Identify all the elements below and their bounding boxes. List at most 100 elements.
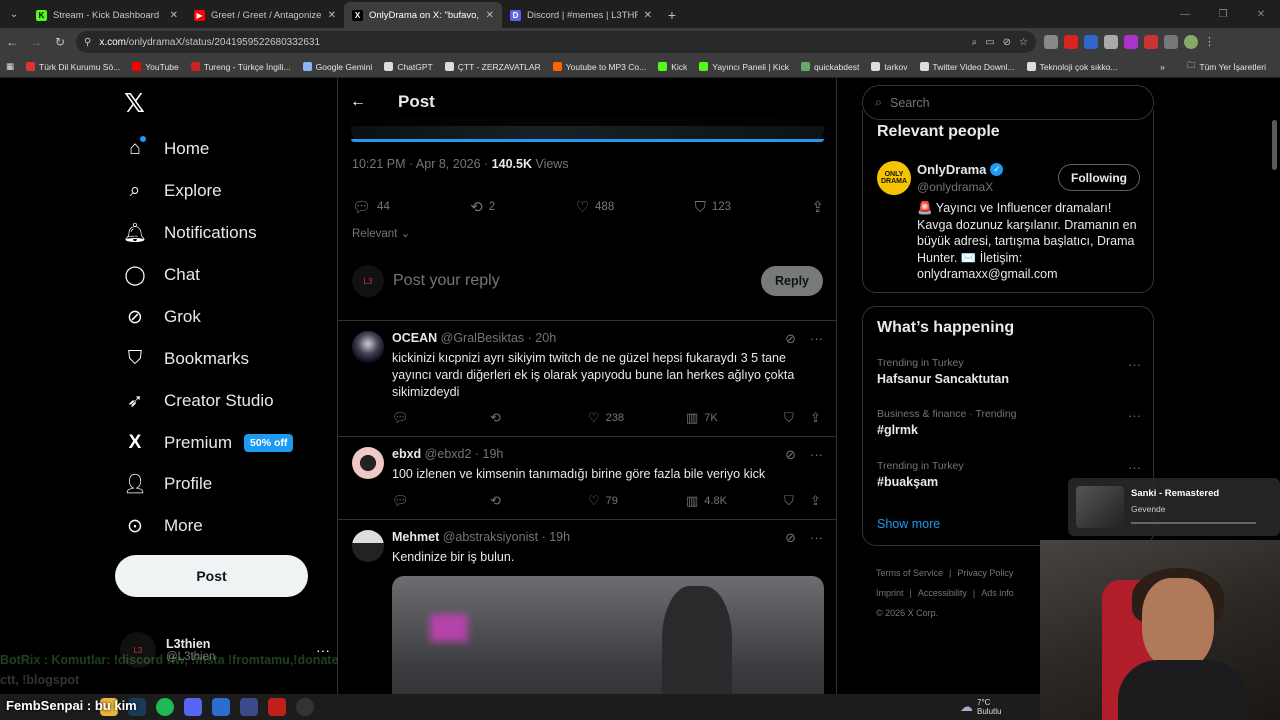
more-dots-icon[interactable]: ···: [1128, 357, 1141, 372]
more-dots-icon[interactable]: ···: [1128, 408, 1141, 423]
back-arrow-icon[interactable]: ←: [350, 93, 378, 111]
bookmark-item[interactable]: ÇTT - ZERZAVATLAR: [439, 62, 547, 72]
close-tab-icon[interactable]: ✕: [644, 10, 652, 21]
reply-tweet[interactable]: OCEAN @GralBesiktas · 20h ⊘ ··· kickinizi…: [338, 321, 836, 437]
reply-tweet[interactable]: ebxd @ebxd2 · 19h ⊘ ··· 100 izlenen ve ki…: [338, 437, 836, 520]
more-dots-icon[interactable]: ···: [810, 331, 823, 347]
nav-item-more[interactable]: ⊙ More: [124, 505, 203, 547]
author-handle[interactable]: @abstraksiyonist: [443, 530, 538, 544]
close-tab-icon[interactable]: ✕: [328, 10, 336, 21]
extensions-puzzle-icon[interactable]: [1164, 35, 1178, 49]
extension-icon[interactable]: [1044, 35, 1058, 49]
tweet-time[interactable]: 19h: [483, 447, 504, 461]
nav-item-bookmarks[interactable]: ⛉ Bookmarks: [124, 338, 249, 380]
share-icon[interactable]: ⇪: [810, 493, 821, 509]
tweet-time[interactable]: 20h: [535, 331, 556, 345]
bookmark-item[interactable]: Twitter Video Downl...: [914, 62, 1021, 72]
footer-link[interactable]: Accessibility: [918, 588, 967, 598]
profile-avatar-icon[interactable]: [1184, 35, 1198, 49]
like-action[interactable]: ♡ 238: [588, 410, 686, 426]
bookmark-item[interactable]: Kick: [652, 62, 693, 72]
x-logo-icon[interactable]: 𝕏: [124, 90, 150, 116]
nav-item-premium[interactable]: X Premium 50% off: [124, 422, 294, 464]
reply-input[interactable]: Post your reply: [393, 272, 500, 290]
footer-link[interactable]: Imprint: [876, 588, 904, 598]
spotify-icon[interactable]: [156, 698, 174, 716]
person-handle[interactable]: @onlydramaX: [917, 180, 993, 194]
app-icon[interactable]: [240, 698, 258, 716]
bookmark-item[interactable]: Türk Dil Kurumu Sö...: [20, 62, 126, 72]
like-action[interactable]: ♡ 79: [588, 493, 686, 509]
nav-item-chat[interactable]: ◯ Chat: [124, 254, 200, 296]
reply-button[interactable]: Reply: [761, 266, 823, 296]
show-more-link[interactable]: Show more: [877, 517, 940, 531]
extension-icon[interactable]: [1084, 35, 1098, 49]
scrollbar-thumb[interactable]: [1272, 120, 1277, 170]
extension-icon[interactable]: [1104, 35, 1118, 49]
grok-icon[interactable]: ⊘: [785, 331, 796, 347]
restore-icon[interactable]: ❐: [1204, 0, 1242, 28]
discord-icon[interactable]: [184, 698, 202, 716]
apps-grid-icon[interactable]: ▦: [0, 61, 20, 72]
new-tab-button[interactable]: +: [660, 2, 684, 28]
footer-link[interactable]: Ads info: [981, 588, 1014, 598]
obs-icon[interactable]: [296, 698, 314, 716]
following-button[interactable]: Following: [1058, 164, 1140, 191]
avatar[interactable]: [352, 331, 384, 363]
bookmark-item[interactable]: tarkov: [865, 62, 913, 72]
reload-icon[interactable]: ↻: [48, 30, 72, 54]
grok-icon[interactable]: ⊘: [785, 447, 796, 463]
views-action[interactable]: ▥ 7K: [686, 410, 784, 426]
reply-sort-dropdown[interactable]: Relevant ⌄: [352, 226, 410, 240]
url-bar[interactable]: ⚲ x.com/onlydramaX/status/20419595226803…: [76, 31, 1036, 53]
video-progress-bar[interactable]: [351, 139, 824, 142]
like-action[interactable]: ♡ 488: [576, 198, 615, 216]
share-action[interactable]: ⇪: [811, 198, 824, 216]
author-name[interactable]: ebxd: [392, 447, 421, 461]
bookmark-item[interactable]: Youtube to MP3 Co...: [547, 62, 653, 72]
bookmark-item[interactable]: Google Gemini: [297, 62, 379, 72]
footer-link[interactable]: Privacy Policy: [957, 568, 1013, 578]
close-tab-icon[interactable]: ✕: [170, 10, 178, 21]
tweet-time[interactable]: 19h: [549, 530, 570, 544]
person-name[interactable]: OnlyDrama ✓: [917, 162, 1004, 177]
extension-icon[interactable]: [1124, 35, 1138, 49]
forward-icon[interactable]: →: [24, 30, 48, 54]
weather-widget[interactable]: ☁ 7°C Bulutlu: [960, 698, 1001, 716]
browser-tab[interactable]: ▶ Greet / Greet / Antagonize - Yo ✕: [186, 2, 344, 28]
avatar[interactable]: ONLY DRAMA: [877, 161, 911, 195]
all-bookmarks-folder[interactable]: 🗀︎ Tüm Yer İşaretleri: [1181, 60, 1272, 74]
reply-icon[interactable]: 💬︎: [392, 410, 490, 426]
bookmark-icon[interactable]: ⛉: [784, 493, 810, 509]
author-name[interactable]: Mehmet: [392, 530, 439, 544]
author-handle[interactable]: @ebxd2: [425, 447, 472, 461]
repost-icon[interactable]: ⟲: [490, 410, 588, 426]
more-dots-icon[interactable]: ···: [810, 447, 823, 463]
more-dots-icon[interactable]: ···: [810, 530, 823, 546]
nav-item-home[interactable]: ⌂ Home: [124, 128, 209, 170]
extension-icon[interactable]: [1144, 35, 1158, 49]
acrobat-icon[interactable]: [268, 698, 286, 716]
author-handle[interactable]: @GralBesiktas: [441, 331, 525, 345]
back-icon[interactable]: ←: [0, 30, 24, 54]
nav-item-creator-studio[interactable]: ➶ Creator Studio: [124, 380, 274, 422]
avatar[interactable]: [352, 530, 384, 562]
bookmark-star-icon[interactable]: ☆: [1019, 37, 1028, 48]
close-window-icon[interactable]: ✕: [1242, 0, 1280, 28]
bookmark-icon[interactable]: ⛉: [784, 410, 810, 426]
bookmark-item[interactable]: quickabdest: [795, 62, 865, 72]
trend-item[interactable]: Trending in Turkey Hafsanur Sancaktutan …: [877, 357, 1141, 386]
bookmark-item[interactable]: ChatGPT: [378, 62, 438, 72]
close-tab-icon[interactable]: ✕: [486, 10, 494, 21]
more-dots-icon[interactable]: ···: [1128, 460, 1141, 475]
menu-kebab-icon[interactable]: ⋮: [1204, 35, 1218, 49]
browser-tab[interactable]: K Stream - Kick Dashboard ✕: [28, 2, 186, 28]
author-name[interactable]: OCEAN: [392, 331, 437, 345]
footer-link[interactable]: Terms of Service: [876, 568, 943, 578]
browser-tab[interactable]: D Discord | #memes | L3THROPOI ✕: [502, 2, 660, 28]
minimize-icon[interactable]: —: [1166, 0, 1204, 28]
reply-action[interactable]: 💬︎ 44: [352, 198, 390, 216]
app-icon[interactable]: [212, 698, 230, 716]
bookmark-item[interactable]: Teknoloji çok sıkko...: [1021, 62, 1124, 72]
share-icon[interactable]: ⇪: [810, 410, 821, 426]
